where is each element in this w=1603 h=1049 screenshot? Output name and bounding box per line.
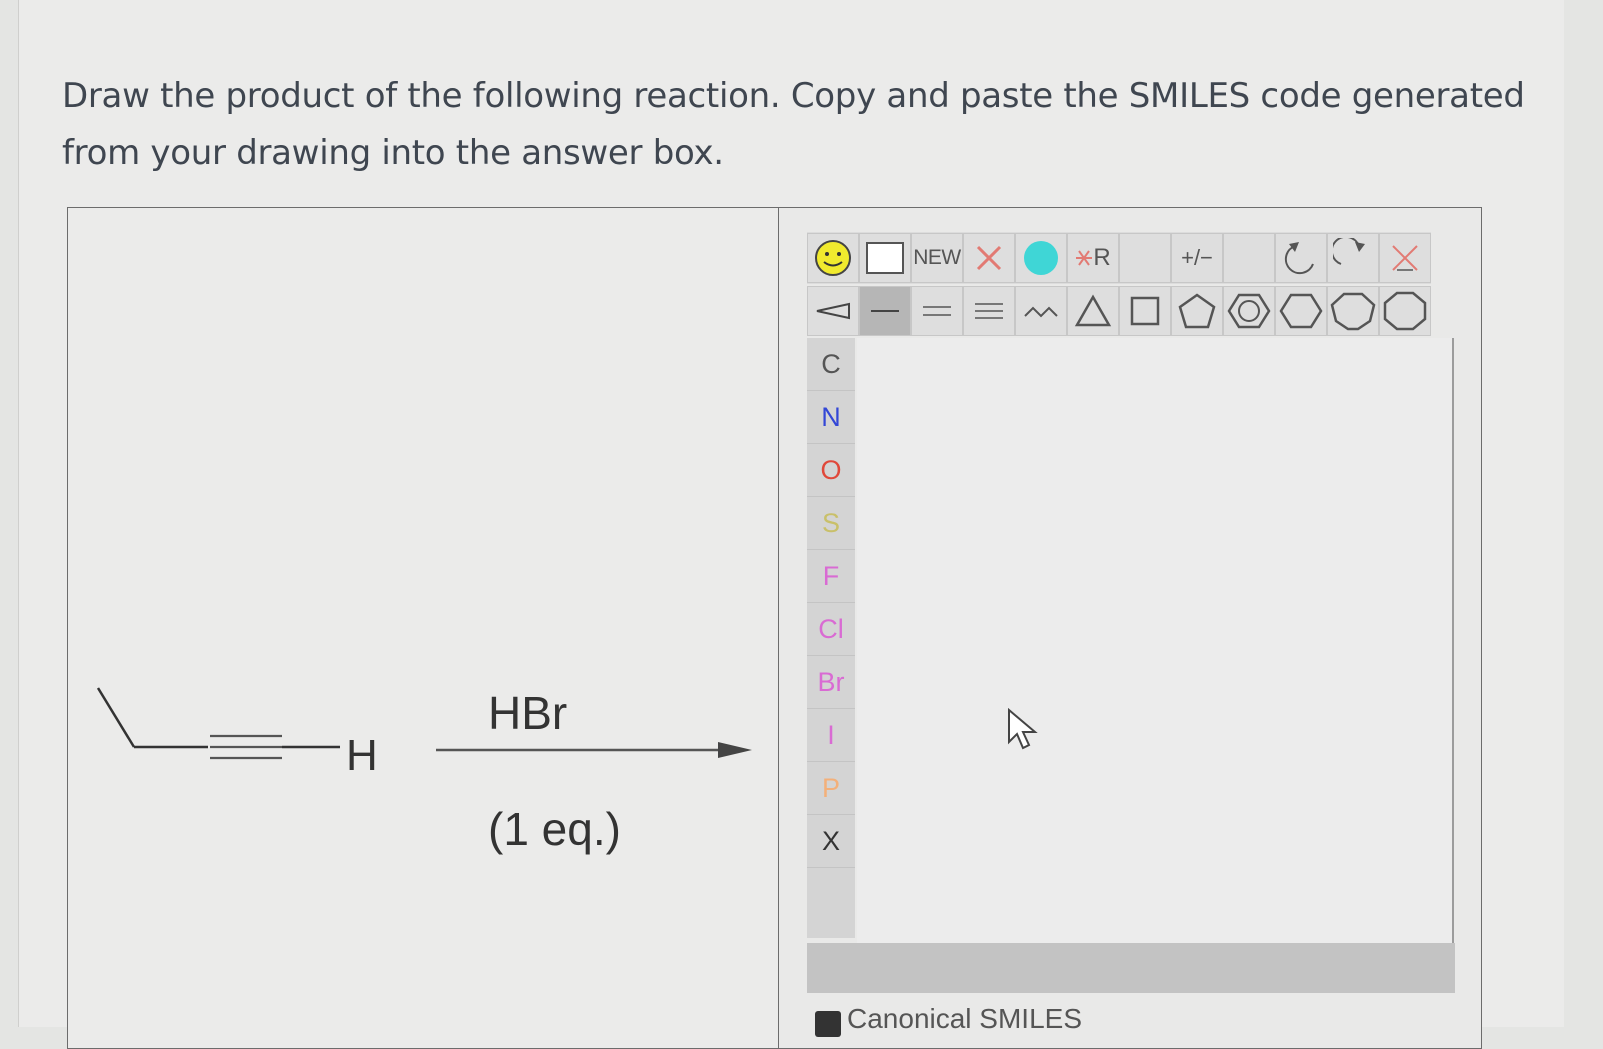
smiley-icon[interactable] (807, 233, 859, 283)
undo-icon[interactable] (1275, 233, 1327, 283)
atom-p-label: P (821, 772, 840, 803)
atom-c-label: C (821, 348, 841, 379)
cyan-circle-icon[interactable] (1015, 233, 1067, 283)
atom-n-label: N (821, 401, 841, 432)
delete-x-icon[interactable] (963, 233, 1015, 283)
blank-icon[interactable] (1223, 233, 1275, 283)
molecule-editor[interactable]: NEW R +/− C N O S F Cl Br I P X Canonica… (778, 207, 1482, 1049)
triangle-ring-icon[interactable] (1067, 286, 1119, 336)
alkyne-structure (96, 687, 752, 760)
atom-button-f[interactable]: F (807, 550, 855, 603)
triple-bond-icon[interactable] (963, 286, 1015, 336)
new-button-label: NEW (913, 246, 961, 269)
single-bond-icon[interactable] (859, 286, 911, 336)
atom-s-label: S (821, 507, 840, 538)
square-ring-icon[interactable] (1119, 286, 1171, 336)
atom-br-label: Br (817, 666, 845, 697)
octagon-ring-icon[interactable] (1379, 286, 1431, 336)
atom-x-label: X (821, 825, 840, 856)
editor-toolbar-bonds (807, 286, 1431, 336)
atom-o-label: O (820, 454, 842, 485)
horizontal-scrollbar[interactable] (807, 943, 1455, 993)
redo-icon[interactable] (1327, 233, 1379, 283)
r-group-label: R (1093, 244, 1111, 271)
question-text: Draw the product of the following reacti… (62, 68, 1542, 182)
canonical-smiles-option[interactable]: Canonical SMILES (815, 1003, 1082, 1043)
new-button[interactable]: NEW (911, 233, 963, 283)
blank-icon[interactable] (1119, 233, 1171, 283)
question-line-1: Draw the product of the following reacti… (62, 76, 1525, 116)
r-group-icon[interactable]: R (1067, 233, 1119, 283)
atom-button-p[interactable]: P (807, 762, 855, 815)
atom-button-o[interactable]: O (807, 444, 855, 497)
atom-button-n[interactable]: N (807, 391, 855, 444)
reagent-label: HBr (488, 687, 568, 739)
atom-i-label: I (827, 719, 835, 750)
atom-button-i[interactable]: I (807, 709, 855, 762)
charge-label: +/− (1181, 245, 1213, 270)
atom-button-br[interactable]: Br (807, 656, 855, 709)
atom-f-label: F (822, 560, 840, 591)
blank-square-icon[interactable] (859, 233, 911, 283)
atom-cl-label: Cl (818, 613, 844, 644)
atom-palette: C N O S F Cl Br I P X (807, 338, 855, 938)
charge-icon[interactable]: +/− (1171, 233, 1223, 283)
drawing-canvas[interactable] (857, 338, 1454, 945)
terminal-hydrogen-label: H (346, 731, 378, 780)
benzene-ring-icon[interactable] (1223, 286, 1275, 336)
atom-button-cl[interactable]: Cl (807, 603, 855, 656)
reaction-scheme-panel: H HBr (1 eq.) (67, 207, 779, 1049)
heptagon-ring-icon[interactable] (1327, 286, 1379, 336)
wedge-bond-icon[interactable] (807, 286, 859, 336)
bond-ethyl (96, 687, 136, 748)
atom-button-s[interactable]: S (807, 497, 855, 550)
atom-button-c[interactable]: C (807, 338, 855, 391)
reaction-arrow-head (718, 742, 752, 758)
hexagon-ring-icon[interactable] (1275, 286, 1327, 336)
double-bond-icon[interactable] (911, 286, 963, 336)
pentagon-ring-icon[interactable] (1171, 286, 1223, 336)
clear-icon[interactable] (1379, 233, 1431, 283)
atom-button-x[interactable]: X (807, 815, 855, 868)
checkbox-icon[interactable] (815, 1011, 841, 1037)
reagent-equivalents: (1 eq.) (488, 803, 621, 855)
chain-icon[interactable] (1015, 286, 1067, 336)
editor-toolbar-top: NEW R +/− (807, 232, 1431, 284)
mouse-cursor-icon (1008, 708, 1038, 750)
question-line-2: from your drawing into the answer box. (62, 133, 724, 173)
canonical-smiles-label: Canonical SMILES (847, 1003, 1083, 1034)
